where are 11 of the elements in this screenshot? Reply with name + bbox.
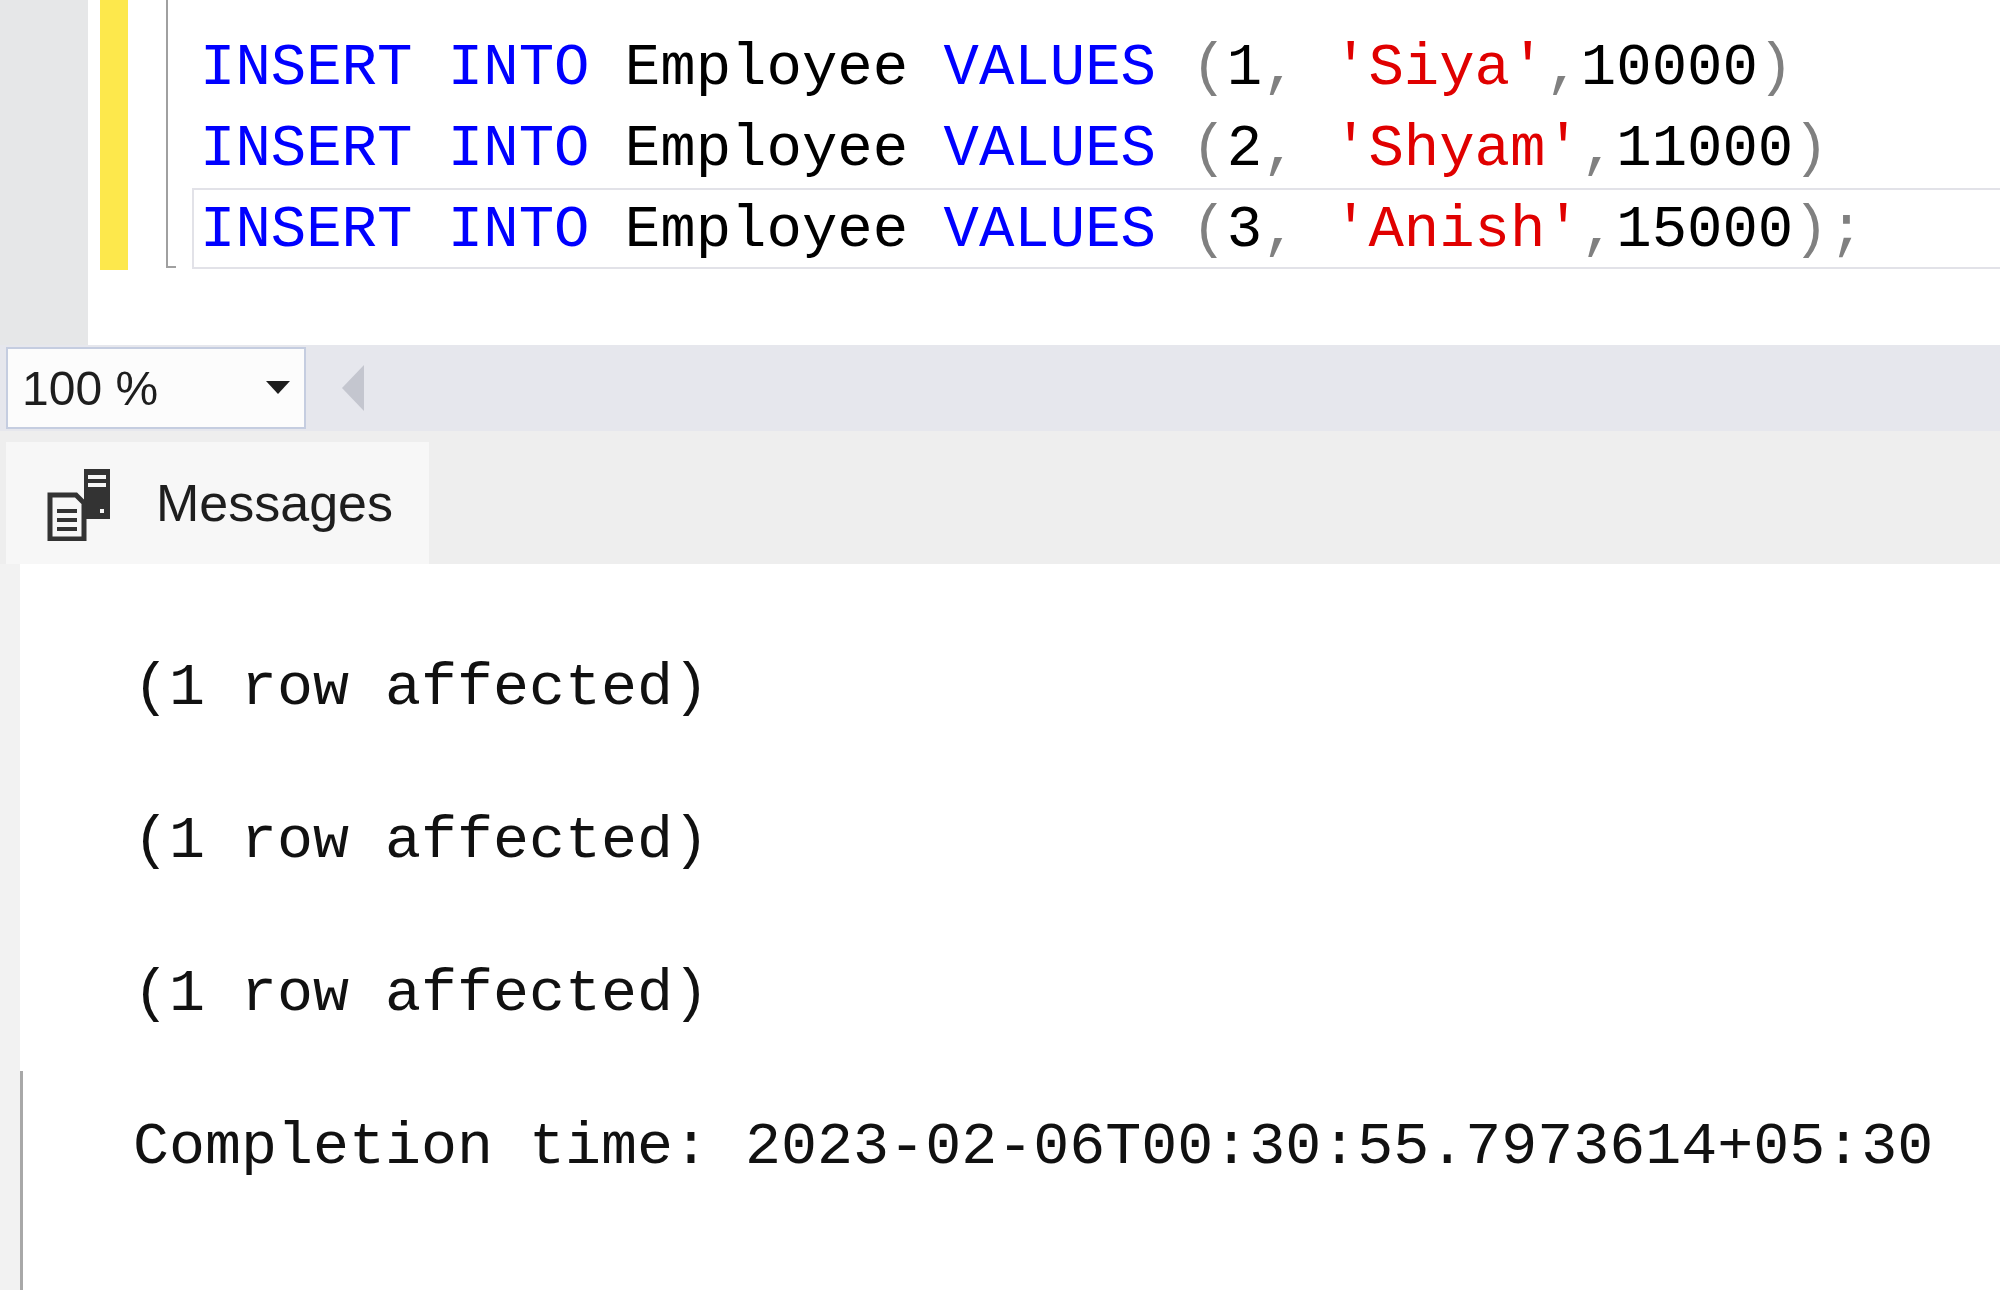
zoom-dropdown[interactable]: 100 %	[6, 347, 306, 429]
message-text: (1 row affected)	[133, 653, 711, 724]
code-line: INSERT INTO Employee VALUES (3, 'Anish',15000);	[192, 188, 2000, 269]
message-text: Completion time: 2023-02-06T00:30:55.7973614+05:30	[133, 1112, 1934, 1183]
scroll-left-icon[interactable]	[342, 365, 364, 411]
caret-icon	[266, 381, 290, 395]
code-line: INSERT INTO Employee VALUES (1, 'Siya',10000)	[199, 34, 1795, 104]
messages-tab[interactable]: Messages	[6, 442, 429, 564]
message-text: (1 row affected)	[133, 959, 711, 1030]
code-line: INSERT INTO Employee VALUES (2, 'Shyam',11000)	[199, 115, 1830, 185]
message-text: (1 row affected)	[133, 806, 711, 877]
